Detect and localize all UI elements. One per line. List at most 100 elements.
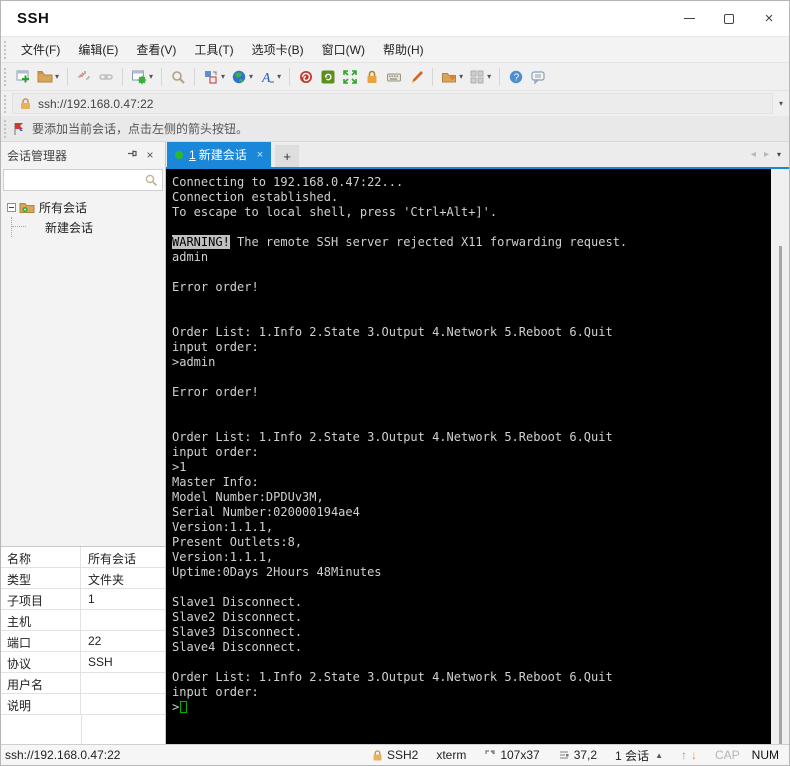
prop-label: 说明 [1,694,81,714]
toolbar-grip[interactable] [4,67,8,86]
menu-view[interactable]: 查看(V) [127,37,185,62]
tab-list-dropdown[interactable]: ▾ [773,150,789,159]
menu-window[interactable]: 窗口(W) [313,37,374,62]
help-button[interactable]: ? [505,65,527,89]
status-term-type[interactable]: xterm [436,748,466,762]
addressbar-grip[interactable] [4,94,8,113]
scrollbar-thumb[interactable] [779,246,782,744]
menubar-grip[interactable] [4,40,8,59]
collapse-icon[interactable] [7,202,16,212]
title-bar: SSH × [1,1,789,37]
find-button[interactable] [167,65,189,89]
refresh-button[interactable] [317,65,339,89]
tab-new-session[interactable]: 1 新建会话 × [167,142,272,167]
terminal-line: Connection established. [172,190,339,204]
tab-close-button[interactable]: × [257,149,263,161]
address-dropdown[interactable]: ▾ [773,99,789,108]
close-icon: × [764,10,774,27]
table-row[interactable]: 说明 [1,694,165,715]
session-search-row [1,168,165,193]
menu-tools[interactable]: 工具(T) [185,37,242,62]
resize-icon [485,750,495,755]
highlight-pen-icon [411,70,424,83]
table-row[interactable]: 主机 [1,610,165,631]
new-folder-dropdown[interactable]: ▾ [459,72,463,81]
keyboard-button[interactable] [383,65,405,89]
search-icon[interactable] [144,173,158,187]
menu-tabs[interactable]: 选项卡(B) [243,37,313,62]
toolbar-separator [432,67,434,86]
menu-help[interactable]: 帮助(H) [374,37,433,62]
terminal-line: Slave2 Disconnect. [172,610,303,624]
maximize-icon [724,13,734,24]
session-properties-button[interactable]: ▾ [128,65,156,89]
session-count-expand-icon[interactable]: ▲ [655,751,663,760]
terminal-line: Master Info: [172,475,259,489]
table-row[interactable]: 端口 22 [1,631,165,652]
font-icon: A [261,71,275,85]
highlight-pen-button[interactable] [405,65,427,89]
table-row[interactable]: 用户名 [1,673,165,694]
encoding-dropdown[interactable]: ▾ [249,72,253,81]
terminal-scrollbar[interactable] [771,169,789,746]
encoding-button[interactable]: ▾ [228,65,256,89]
terminal-line: Order List: 1.Info 2.State 3.Output 4.Ne… [172,670,613,684]
noticebar-grip[interactable] [4,119,8,138]
tree-item-all-sessions[interactable]: 所有会话 [1,197,165,217]
status-session-count[interactable]: 1 会话 ▲ [615,747,663,764]
pin-button[interactable] [123,148,141,162]
app-window: { "window": { "title": "SSH" }, "icons":… [0,0,790,766]
disconnect-button[interactable] [73,65,95,89]
tab-scroll-right-button[interactable]: ▸ [760,149,773,160]
reconnect-button[interactable] [95,65,117,89]
menu-edit[interactable]: 编辑(E) [69,37,127,62]
table-row[interactable]: 协议 SSH [1,652,165,673]
prop-label: 子项目 [1,589,81,609]
open-session-dropdown[interactable]: ▾ [55,72,59,81]
terminal-output[interactable]: Connecting to 192.168.0.47:22... Connecti… [166,169,771,746]
scroll-down-icon[interactable]: ↓ [691,748,697,762]
session-search-input[interactable] [4,173,140,187]
layout-dropdown[interactable]: ▾ [221,72,225,81]
open-session-button[interactable]: ▾ [34,65,62,89]
prop-value [81,673,165,693]
cursor-pos-icon [559,751,569,759]
menu-file[interactable]: 文件(F) [12,37,69,62]
table-row[interactable]: 子项目 1 [1,589,165,610]
compose-button[interactable] [295,65,317,89]
grid-view-dropdown[interactable]: ▾ [487,72,491,81]
fullscreen-button[interactable] [339,65,361,89]
tab-label: 新建会话 [198,148,247,162]
address-input[interactable]: ssh://192.168.0.47:22 [12,93,773,114]
find-icon [172,70,185,84]
font-button[interactable]: A ▾ [256,65,284,89]
grid-view-button[interactable]: ▾ [466,65,494,89]
pin-icon [127,150,137,157]
tree-item-new-session[interactable]: 新建会话 [1,217,165,237]
new-session-button[interactable] [12,65,34,89]
content-area: 1 新建会话 × + ◂ ▸ ▾ Connecting to 192.168.0… [166,142,789,746]
toolbar-separator [289,67,291,86]
minimize-button[interactable] [669,1,709,36]
maximize-button[interactable] [709,1,749,36]
table-row[interactable]: 类型 文件夹 [1,568,165,589]
close-button[interactable]: × [749,1,789,36]
tab-strip: 1 新建会话 × + ◂ ▸ ▾ [166,142,789,169]
layout-button[interactable]: ▾ [200,65,228,89]
new-tab-button[interactable]: + [275,145,300,167]
prop-label: 端口 [1,631,81,651]
prop-label: 名称 [1,547,81,567]
session-properties-dropdown[interactable]: ▾ [149,72,153,81]
scroll-up-icon[interactable]: ↑ [681,748,687,762]
layout-icon [205,70,217,84]
terminal-line: >1 [172,460,187,474]
tab-scroll-left-button[interactable]: ◂ [747,149,760,160]
table-row[interactable]: 名称 所有会话 [1,547,165,568]
font-dropdown[interactable]: ▾ [277,72,281,81]
new-folder-button[interactable]: ▾ [438,65,466,89]
feedback-button[interactable] [527,65,549,89]
panel-close-button[interactable]: × [141,148,159,162]
status-cursor-label: 37,2 [573,748,598,762]
lock-button[interactable] [361,65,383,89]
